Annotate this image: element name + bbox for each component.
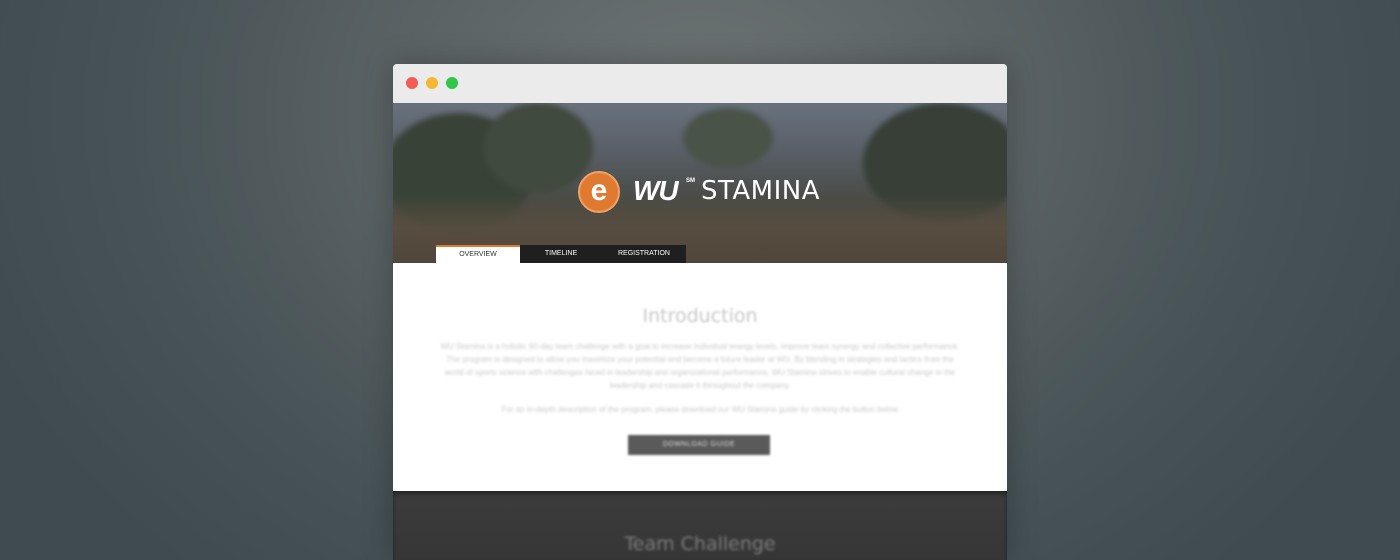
browser-window: e WU SM STAMINA OVERVIEW TIMELINE REGIST…	[393, 64, 1007, 560]
close-window-button[interactable]	[406, 77, 418, 89]
overview-section: Introduction WU Stamina is a holistic 90…	[393, 263, 1007, 491]
brand-name: STAMINA	[701, 176, 820, 206]
hero-overlay	[393, 103, 1007, 263]
minimize-window-button[interactable]	[426, 77, 438, 89]
hero-banner: e WU SM STAMINA OVERVIEW TIMELINE REGIST…	[393, 103, 1007, 263]
section-title: Introduction	[642, 305, 758, 327]
tab-overview[interactable]: OVERVIEW	[436, 245, 520, 263]
intro-paragraph: WU Stamina is a holistic 90-day team cha…	[440, 342, 960, 390]
maximize-window-button[interactable]	[446, 77, 458, 89]
section-title: Team Challenge	[624, 533, 776, 555]
team-challenge-section: Team Challenge	[393, 491, 1007, 560]
download-instruction: For an in-depth description of the progr…	[501, 405, 899, 414]
brand-superscript: SM	[686, 178, 695, 184]
download-guide-button[interactable]: DOWNLOAD GUIDE	[628, 435, 770, 455]
brand-wu: WU	[633, 175, 679, 206]
window-titlebar	[393, 64, 1007, 104]
logo-icon: e	[578, 171, 620, 213]
tab-registration[interactable]: REGISTRATION	[602, 245, 686, 263]
tab-timeline[interactable]: TIMELINE	[520, 245, 602, 263]
